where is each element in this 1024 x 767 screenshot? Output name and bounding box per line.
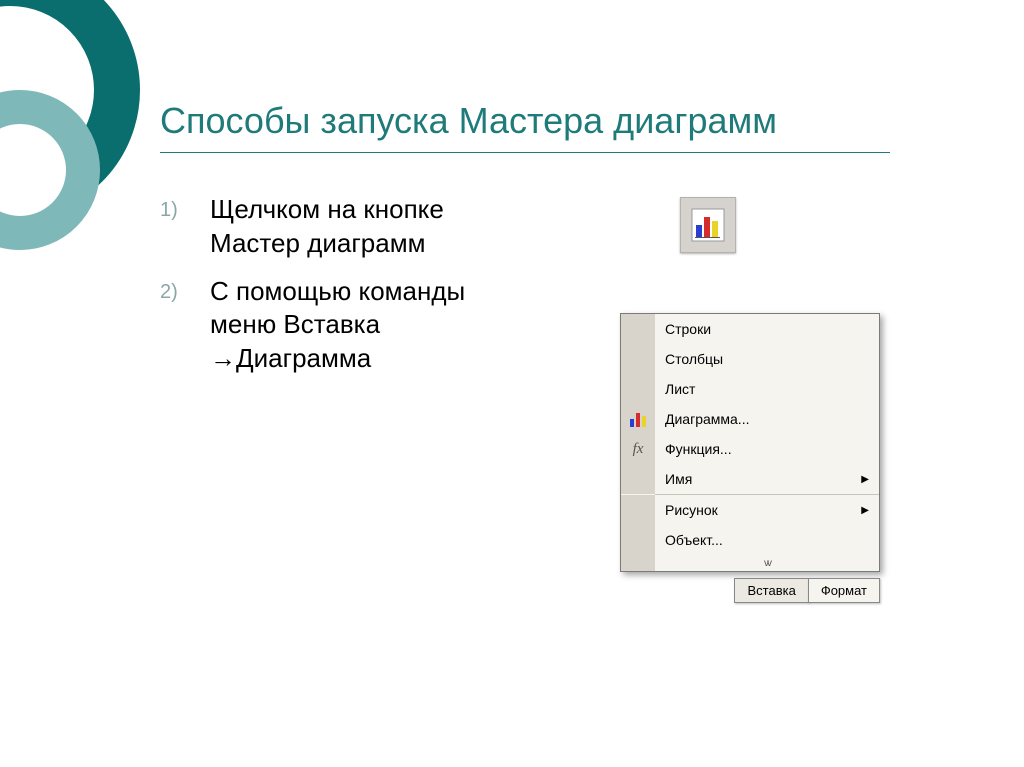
- menu-label: Столбцы: [655, 351, 879, 367]
- menu-label: Функция...: [655, 441, 879, 457]
- menu-item-object[interactable]: Объект...: [621, 525, 879, 555]
- list-item: 1) Щелчком на кнопке Мастер диаграмм: [160, 193, 520, 261]
- chevron-down-icon: vv: [655, 558, 879, 569]
- title-underline: [160, 152, 890, 153]
- chart-wizard-button[interactable]: [680, 197, 736, 253]
- submenu-arrow-icon: ▶: [861, 474, 879, 485]
- menu-label: Диаграмма...: [655, 411, 879, 427]
- chart-icon: [628, 409, 648, 429]
- menu-label: Объект...: [655, 532, 879, 548]
- list-text: Щелчком на кнопке Мастер диаграмм: [210, 194, 444, 258]
- menu-item-chart[interactable]: Диаграмма...: [621, 404, 879, 434]
- tab-insert[interactable]: Вставка: [734, 578, 808, 603]
- list-number: 2): [160, 279, 178, 305]
- menu-label: Рисунок: [655, 502, 861, 518]
- bullet-list: 1) Щелчком на кнопке Мастер диаграмм 2) …: [160, 193, 520, 390]
- context-menu: Строки Столбцы Лист: [620, 313, 880, 572]
- list-item: 2) С помощью команды меню Вставка →Диагр…: [160, 275, 520, 376]
- menu-item-rows[interactable]: Строки: [621, 314, 879, 344]
- submenu-arrow-icon: ▶: [861, 505, 879, 516]
- menu-label: Имя: [655, 471, 861, 487]
- menu-item-picture[interactable]: Рисунок ▶: [621, 495, 879, 525]
- slide-title: Способы запуска Мастера диаграмм: [160, 100, 964, 142]
- screenshot-column: Строки Столбцы Лист: [560, 193, 880, 603]
- slide: Способы запуска Мастера диаграмм 1) Щелч…: [0, 0, 1024, 767]
- menu-item-columns[interactable]: Столбцы: [621, 344, 879, 374]
- menu-item-sheet[interactable]: Лист: [621, 374, 879, 404]
- menu-label: Лист: [655, 381, 879, 397]
- fx-icon: fx: [633, 441, 644, 458]
- chart-wizard-icon: [690, 207, 726, 243]
- menu-item-function[interactable]: fx Функция...: [621, 434, 879, 464]
- list-number: 1): [160, 197, 178, 223]
- list-text: С помощью команды меню Вставка →Диаграмм…: [210, 276, 465, 374]
- insert-menu-screenshot: Строки Столбцы Лист: [620, 313, 880, 603]
- menu-expand[interactable]: vv: [621, 555, 879, 571]
- menu-label: Строки: [655, 321, 879, 337]
- slide-body: 1) Щелчком на кнопке Мастер диаграмм 2) …: [160, 193, 964, 603]
- menu-tabs: Вставка Формат: [620, 578, 880, 603]
- tab-format[interactable]: Формат: [808, 578, 880, 603]
- menu-item-name[interactable]: Имя ▶: [621, 464, 879, 494]
